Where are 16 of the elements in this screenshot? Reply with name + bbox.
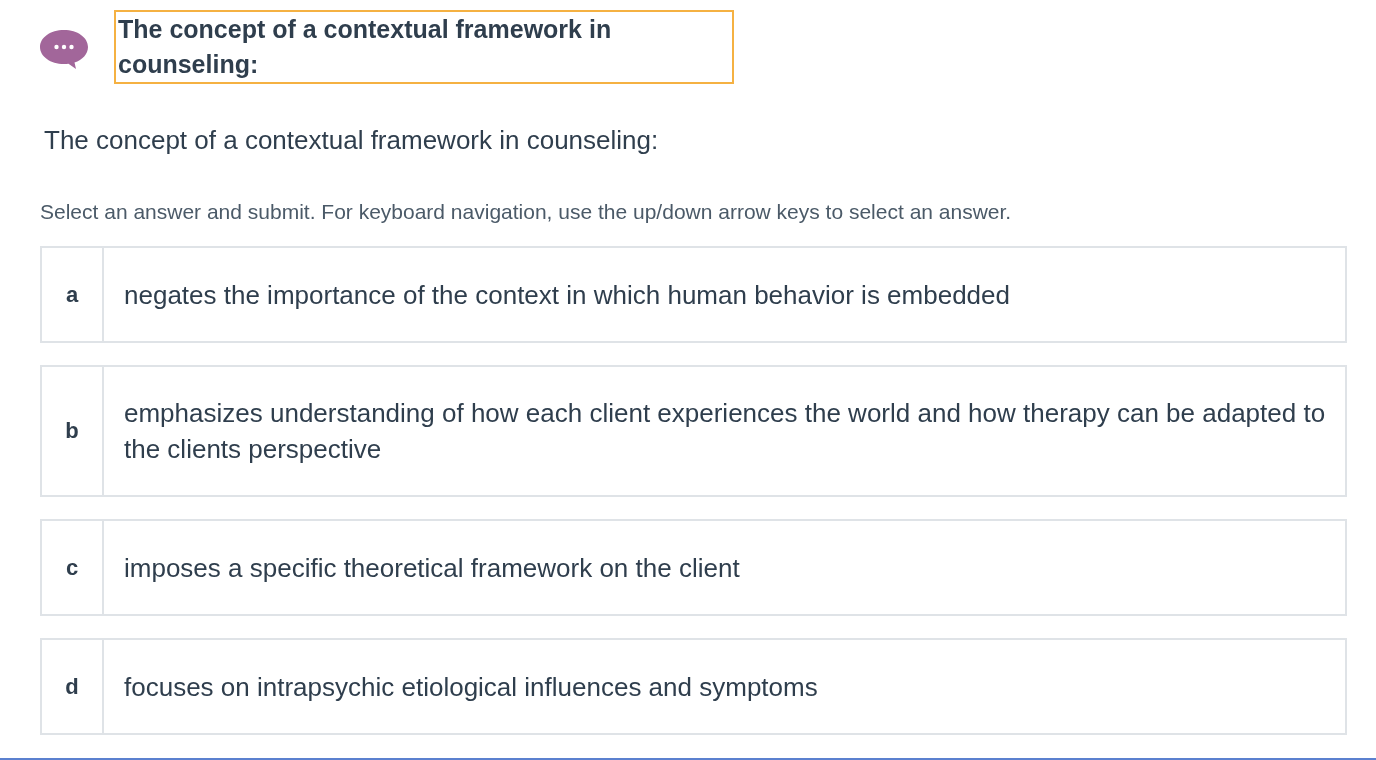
question-text: The concept of a contextual framework in counseling: (44, 124, 660, 157)
speech-bubble-icon (40, 29, 88, 69)
option-letter: a (65, 280, 79, 309)
answer-option[interactable]: d focuses on intrapsychic etiological influences and symptoms (40, 638, 1347, 735)
option-text: imposes a specific theoretical framework on the client (124, 551, 740, 585)
option-text: emphasizes understanding of how each client experiences the world and how therapy can be adapted to the clients perspective (124, 397, 1327, 466)
answer-option[interactable]: b emphasizes understanding of how each client experiences the world and how therapy can be adapted to the clients perspective (40, 365, 1347, 497)
answer-option[interactable]: a negates the importance of the context in which human behavior is embedded (40, 246, 1347, 343)
answer-option[interactable]: c imposes a specific theoretical framework on the client (40, 519, 1347, 616)
option-letter: b (65, 417, 79, 445)
option-text: focuses on intrapsychic etiological influences and symptoms (124, 670, 818, 704)
option-text: negates the importance of the context in which human behavior is embedded (124, 278, 1010, 312)
option-letter: c (65, 553, 79, 582)
instructions-text: Select an answer and submit. For keyboard navigation, use the up/down arrow keys to select an answer. (40, 199, 1013, 225)
option-letter: d (65, 672, 79, 701)
question-title: The concept of a contextual framework in counseling: (114, 10, 734, 84)
